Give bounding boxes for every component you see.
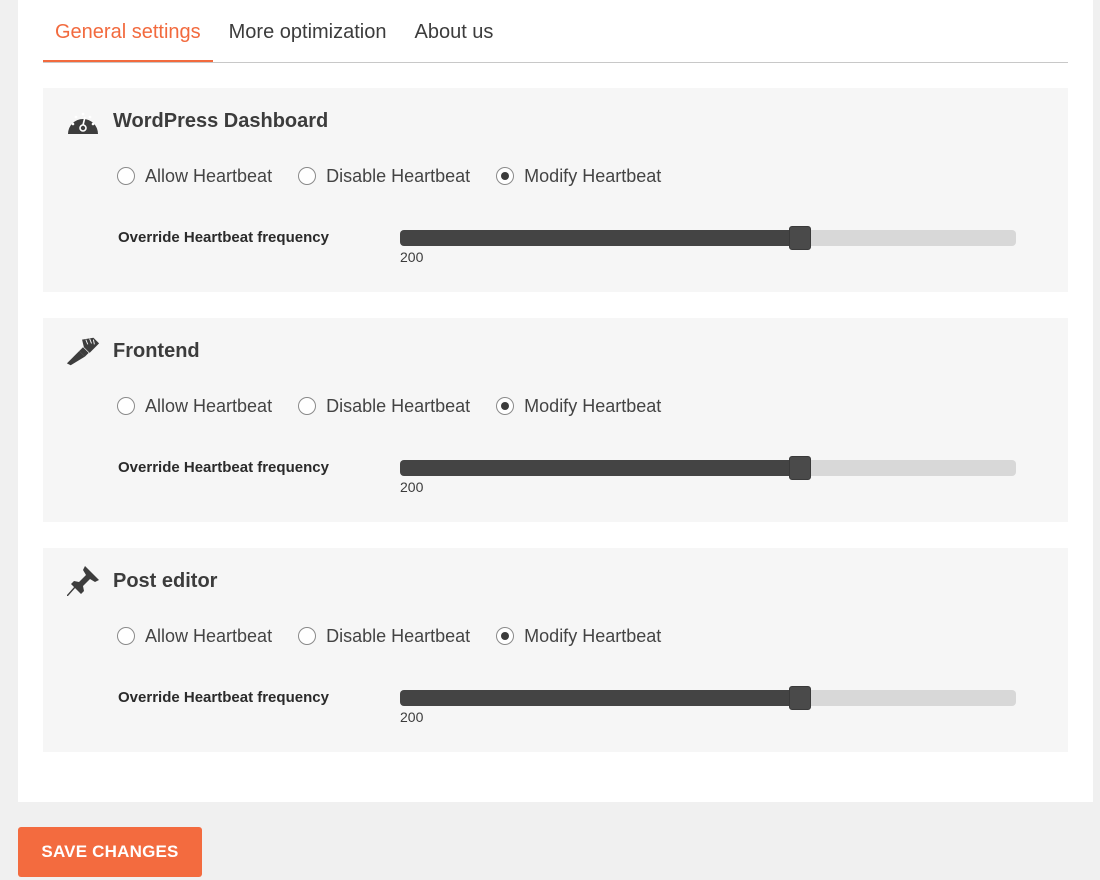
radio-button[interactable] (496, 167, 515, 185)
radio-disable-heartbeat[interactable]: Disable Heartbeat (298, 166, 470, 187)
radio-button[interactable] (298, 167, 317, 185)
frequency-label: Override Heartbeat frequency (118, 229, 329, 246)
radio-label: Disable Heartbeat (326, 625, 471, 646)
radio-label: Modify Heartbeat (524, 625, 662, 646)
section-header: WordPress Dashboard (65, 104, 328, 138)
radio-button[interactable] (117, 167, 135, 185)
slider-fill (400, 690, 800, 706)
tab-about-us[interactable]: About us (402, 0, 505, 62)
radio-modify-heartbeat[interactable]: Modify Heartbeat (496, 626, 661, 647)
frequency-label: Override Heartbeat frequency (118, 689, 329, 706)
frequency-slider[interactable] (400, 456, 1016, 480)
slider-fill (400, 230, 800, 246)
radio-button[interactable] (117, 397, 135, 415)
radio-label: Disable Heartbeat (326, 395, 471, 416)
slider-value: 200 (400, 249, 424, 265)
radio-label: Allow Heartbeat (145, 625, 273, 646)
tab-more-optimization[interactable]: More optimization (217, 0, 399, 62)
section-header: Post editor (65, 564, 217, 598)
radio-disable-heartbeat[interactable]: Disable Heartbeat (298, 626, 470, 647)
section-title: Post editor (113, 569, 218, 592)
section-title: WordPress Dashboard (113, 109, 329, 132)
section-title: Frontend (113, 339, 200, 362)
radio-button[interactable] (298, 397, 317, 415)
radio-button[interactable] (496, 627, 515, 645)
section-header: Frontend (65, 334, 200, 368)
radio-allow-heartbeat[interactable]: Allow Heartbeat (117, 626, 272, 647)
slider-handle[interactable] (788, 226, 811, 250)
frequency-label: Override Heartbeat frequency (118, 459, 329, 476)
section-frontend: Frontend Allow Heartbeat Disable Heartbe… (43, 318, 1068, 522)
tab-general-settings[interactable]: General settings (43, 0, 213, 62)
section-wordpress-dashboard: WordPress Dashboard Allow Heartbeat Disa… (43, 88, 1068, 292)
radio-button[interactable] (496, 397, 515, 415)
radio-modify-heartbeat[interactable]: Modify Heartbeat (496, 166, 661, 187)
radio-label: Modify Heartbeat (524, 395, 662, 416)
save-changes-button[interactable]: SAVE CHANGES (18, 827, 202, 877)
tab-bar: General settings More optimization About… (43, 0, 1068, 63)
radio-label: Modify Heartbeat (524, 165, 662, 186)
radio-label: Disable Heartbeat (326, 165, 471, 186)
slider-value: 200 (400, 709, 424, 725)
radio-button[interactable] (298, 627, 317, 645)
pushpin-icon (65, 564, 101, 598)
radio-label: Allow Heartbeat (145, 395, 273, 416)
radio-disable-heartbeat[interactable]: Disable Heartbeat (298, 396, 470, 417)
paintbrush-icon (65, 334, 101, 368)
settings-panel: General settings More optimization About… (18, 0, 1093, 802)
slider-fill (400, 460, 800, 476)
radio-modify-heartbeat[interactable]: Modify Heartbeat (496, 396, 661, 417)
heartbeat-radio-group: Allow Heartbeat Disable Heartbeat Modify… (117, 394, 687, 418)
frequency-slider[interactable] (400, 226, 1016, 250)
slider-value: 200 (400, 479, 424, 495)
slider-handle[interactable] (788, 456, 811, 480)
radio-label: Allow Heartbeat (145, 165, 273, 186)
heartbeat-radio-group: Allow Heartbeat Disable Heartbeat Modify… (117, 624, 687, 648)
frequency-slider[interactable] (400, 686, 1016, 710)
section-post-editor: Post editor Allow Heartbeat Disable Hear… (43, 548, 1068, 752)
radio-allow-heartbeat[interactable]: Allow Heartbeat (117, 166, 272, 187)
dashboard-gauge-icon (65, 104, 101, 138)
radio-allow-heartbeat[interactable]: Allow Heartbeat (117, 396, 272, 417)
radio-button[interactable] (117, 627, 135, 645)
slider-handle[interactable] (788, 686, 811, 710)
heartbeat-radio-group: Allow Heartbeat Disable Heartbeat Modify… (117, 164, 687, 188)
